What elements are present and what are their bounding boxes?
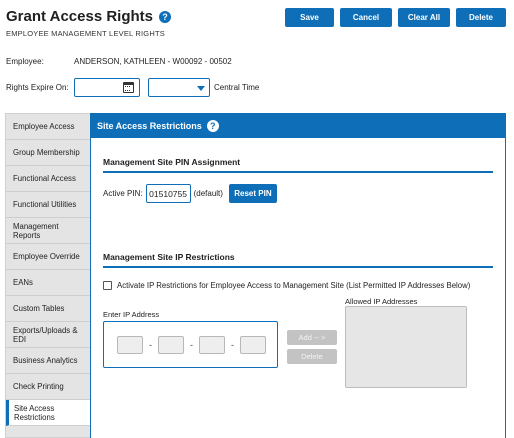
calendar-icon[interactable] [123,82,134,93]
sidebar-item-custom-tables[interactable]: Custom Tables [6,296,90,322]
sidebar-item-eans[interactable]: EANs [6,270,90,296]
ip-octet-4-input[interactable] [240,336,266,354]
page-subtitle: EMPLOYEE MANAGEMENT LEVEL RIGHTS [6,29,165,38]
toolbar: Save Cancel Clear All Delete [285,8,506,27]
sidebar-item-employee-access[interactable]: Employee Access [6,114,90,140]
delete-ip-button[interactable]: Delete [287,349,337,364]
help-icon[interactable]: ? [159,10,171,23]
sidebar-item-label: Management Reports [13,221,59,240]
employee-value: ANDERSON, KATHLEEN - W00092 - 00502 [74,57,232,66]
chevron-down-icon [197,86,205,91]
panel-header: Site Access Restrictions ? [91,114,505,138]
timezone-label: Central Time [214,83,260,92]
employee-label: Employee: [6,57,44,66]
expiry-date-input[interactable] [74,78,140,97]
delete-button[interactable]: Delete [456,8,506,27]
sidebar-item-label: Business Analytics [13,356,78,365]
ip-octet-3-input[interactable] [199,336,225,354]
allowed-ip-list[interactable] [345,306,467,388]
save-button[interactable]: Save [285,8,334,27]
pin-section-divider [103,171,493,173]
sidebar-item-label: Custom Tables [13,304,65,313]
add-ip-button[interactable]: Add -- > [287,330,337,345]
sidebar-item-site-access-restrictions[interactable]: Site Access Restrictions [6,400,90,426]
page-title: Grant Access Rights ? [6,8,171,25]
help-icon[interactable]: ? [206,120,219,132]
pin-section-title: Management Site PIN Assignment [103,157,241,167]
expiry-label: Rights Expire On: [6,83,69,92]
sidebar-item-management-reports[interactable]: Management Reports [6,218,90,244]
sidebar-item-employee-override[interactable]: Employee Override [6,244,90,270]
ip-octet-1-input[interactable] [117,336,143,354]
allowed-ip-label: Allowed IP Addresses [345,297,418,306]
reset-pin-button[interactable]: Reset PIN [228,184,277,203]
ip-section-title: Management Site IP Restrictions [103,252,235,262]
site-access-panel: Site Access Restrictions ? Management Si… [90,113,506,438]
sidebar-item-label: EANs [13,278,33,287]
sidebar-item-group-membership[interactable]: Group Membership [6,140,90,166]
sidebar-item-label: Group Membership [13,148,80,157]
sidebar-item-label: Site Access Restrictions [14,403,55,422]
ip-separator: - [190,340,193,350]
sidebar-item-functional-utilities[interactable]: Functional Utilities [6,192,90,218]
default-note: (default) [193,189,223,198]
sidebar-item-exports-uploads-edi[interactable]: Exports/Uploads & EDI [6,322,90,348]
sidebar-item-label: Employee Override [13,252,80,261]
enter-ip-label: Enter IP Address [103,310,160,319]
expiry-time-select[interactable] [148,78,210,97]
sidebar-item-label: Functional Access [13,174,76,183]
panel-title: Site Access Restrictions [97,121,202,131]
clear-all-button[interactable]: Clear All [398,8,450,27]
sidebar-item-check-printing[interactable]: Check Printing [6,374,90,400]
sidebar-item-label: Employee Access [13,122,75,131]
ip-address-entry: - - - [103,321,278,368]
employee-row: Employee: ANDERSON, KATHLEEN - W00092 - … [6,57,232,66]
active-pin-label: Active PIN: [103,189,143,198]
sidebar-item-label: Exports/Uploads & EDI [13,325,78,344]
expiry-row: Rights Expire On: Central Time [6,78,259,97]
active-pin-value: 01510755 [145,184,191,203]
sidebar-item-business-analytics[interactable]: Business Analytics [6,348,90,374]
page-title-text: Grant Access Rights [6,8,153,25]
sidebar-item-functional-access[interactable]: Functional Access [6,166,90,192]
ip-restriction-row: Activate IP Restrictions for Employee Ac… [103,281,470,290]
sidebar-item-label: Check Printing [13,382,64,391]
ip-octet-2-input[interactable] [158,336,184,354]
ip-restriction-label: Activate IP Restrictions for Employee Ac… [117,281,471,290]
ip-section-divider [103,266,493,268]
active-pin-row: Active PIN: 01510755 (default) Reset PIN [103,184,277,203]
sidebar: Employee Access Group Membership Functio… [5,113,90,438]
ip-separator: - [149,340,152,350]
ip-restriction-checkbox[interactable] [103,281,112,290]
sidebar-item-label: Functional Utilities [13,200,77,209]
ip-separator: - [231,340,234,350]
cancel-button[interactable]: Cancel [340,8,392,27]
